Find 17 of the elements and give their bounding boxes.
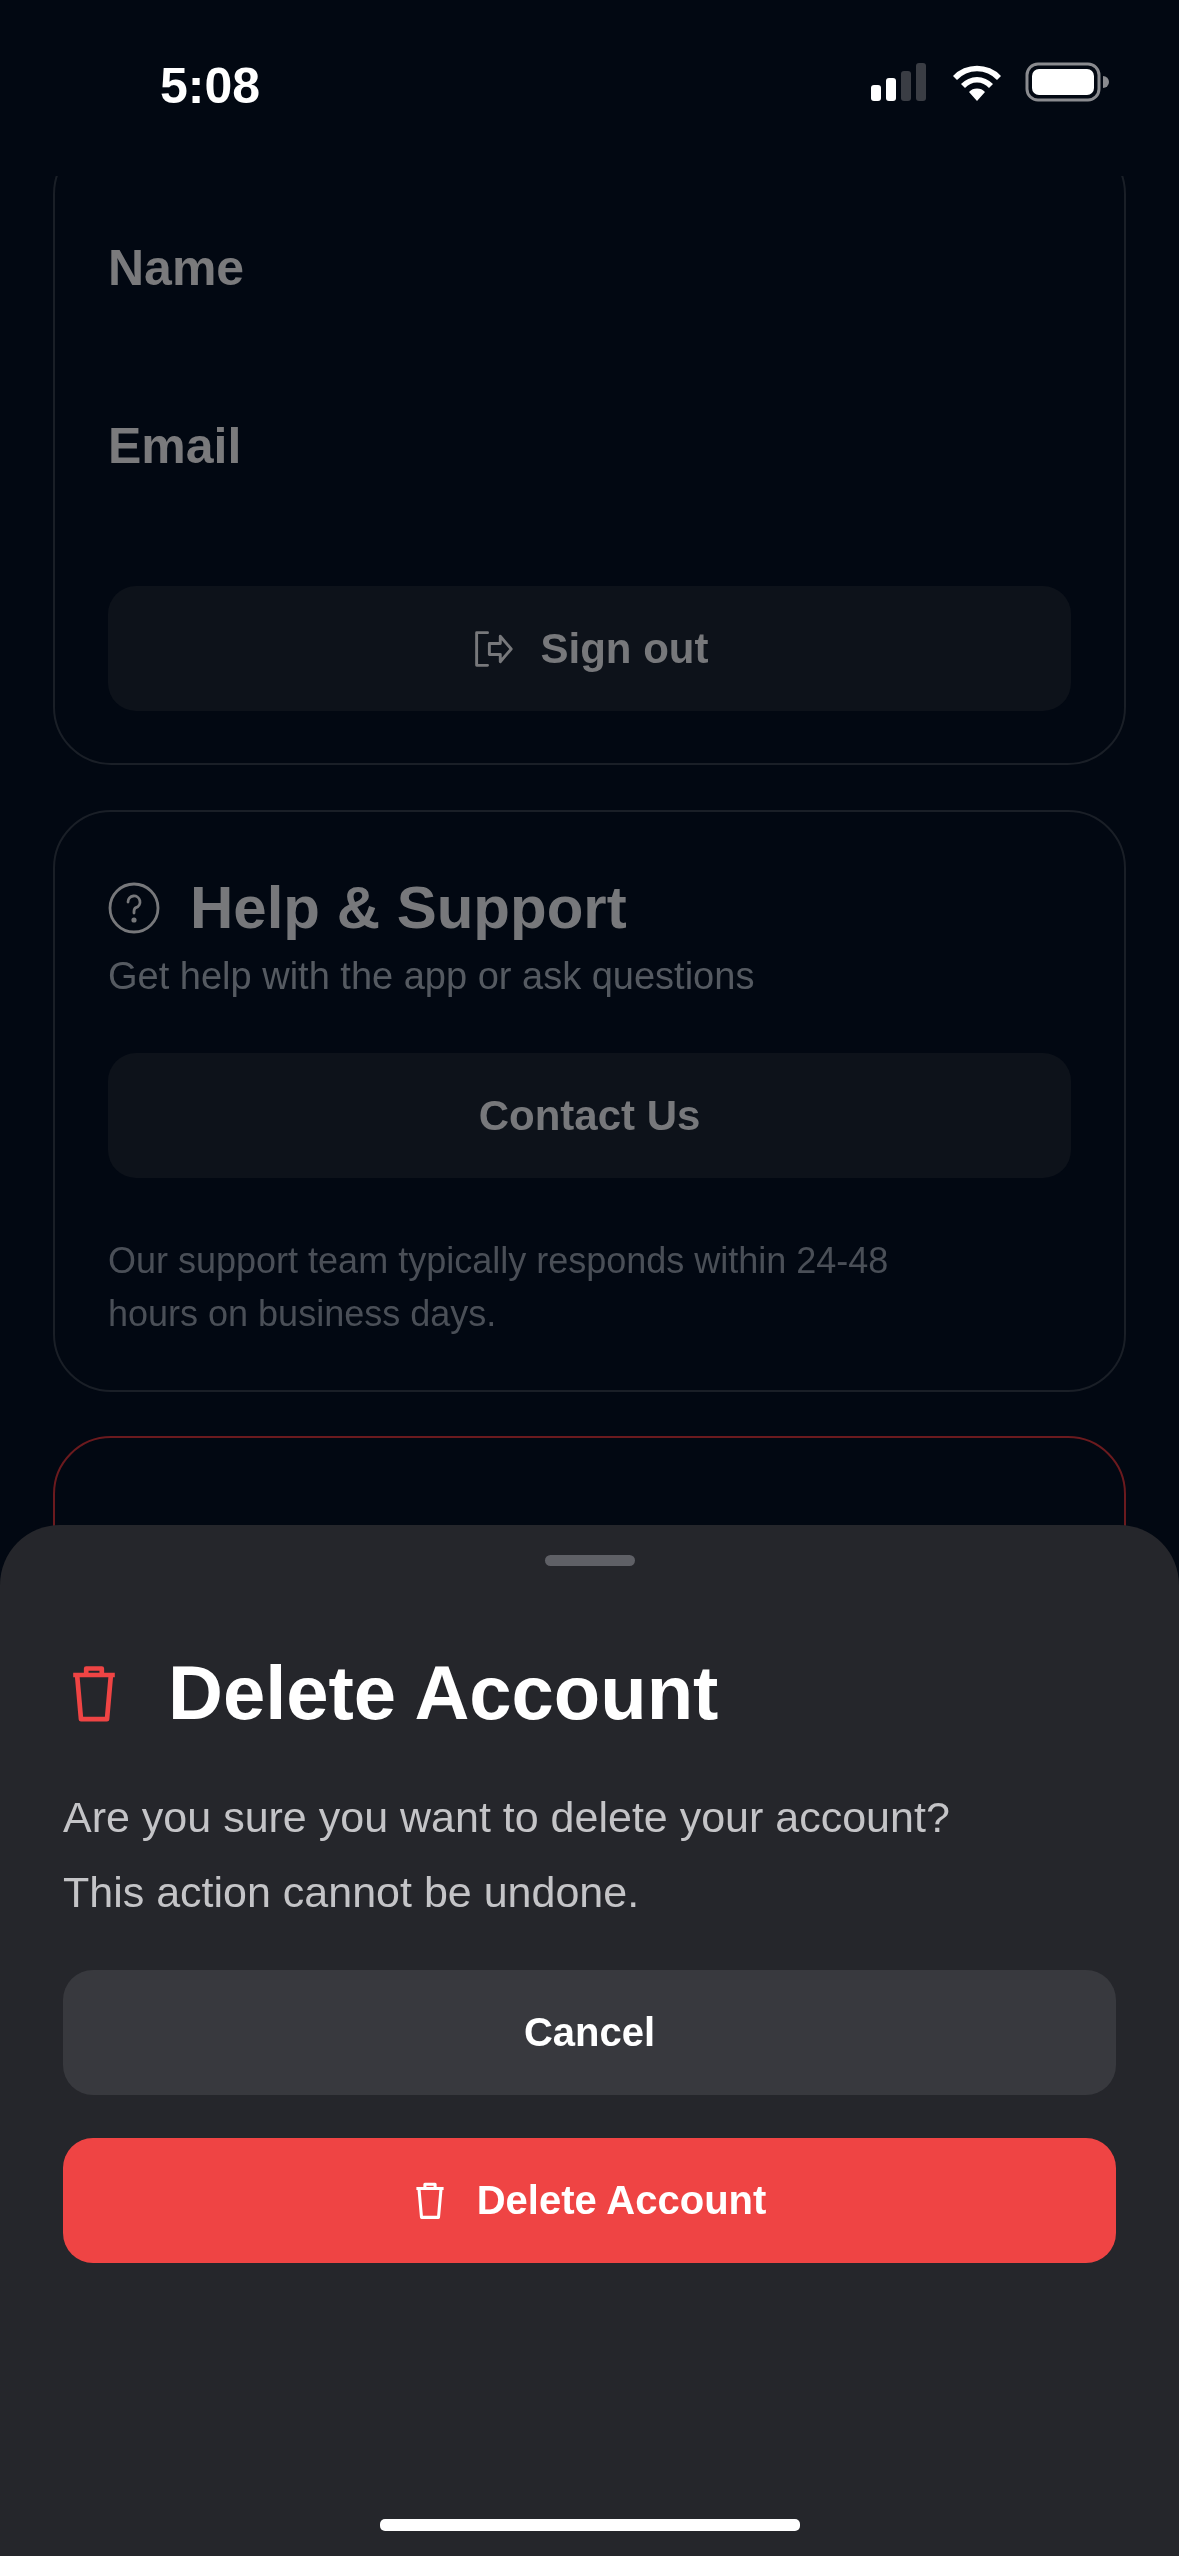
sign-out-button[interactable]: Sign out <box>108 586 1071 711</box>
wifi-icon <box>951 63 1003 101</box>
field-label: Name <box>108 239 246 298</box>
signal-icon <box>871 63 929 101</box>
help-icon <box>108 882 160 934</box>
section-subtitle: Get help with the app or ask questions <box>108 954 756 999</box>
contact-us-button[interactable]: Contact Us <box>108 1053 1071 1178</box>
delete-account-button[interactable]: Delete Account <box>63 2138 1116 2263</box>
battery-icon <box>1025 62 1109 102</box>
sheet-title: Delete Account <box>168 1649 719 1737</box>
sheet-handle[interactable] <box>544 1555 635 1566</box>
cancel-button[interactable]: Cancel <box>63 1970 1116 2095</box>
sheet-message: Are you sure you want to delete your account? This action cannot be undone. <box>63 1792 951 1918</box>
section-title: Help & Support <box>190 873 627 943</box>
status-time: 5:08 <box>160 57 261 116</box>
field-label: Email <box>108 417 243 476</box>
support-note: Our support team typically responds within 24-48 hours on business days. <box>108 1239 890 1336</box>
